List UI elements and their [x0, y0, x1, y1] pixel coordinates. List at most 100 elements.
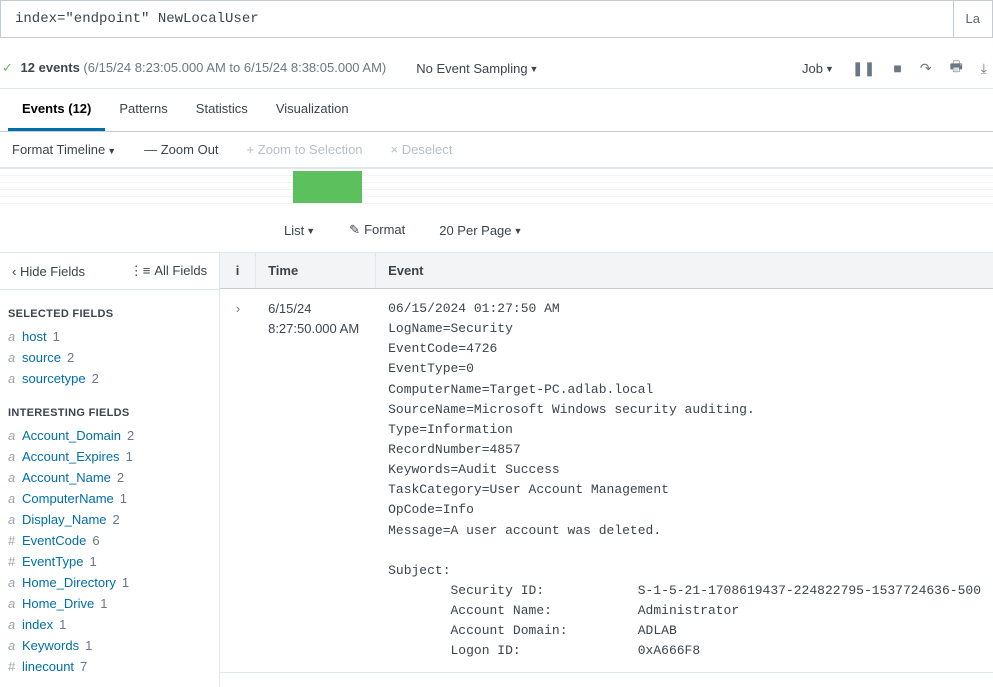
field-type: #: [8, 659, 22, 674]
format-button[interactable]: ✎ Format: [349, 222, 405, 238]
field-count: 1: [100, 596, 107, 611]
expand-row-toggle[interactable]: ›: [220, 299, 256, 662]
column-header-info[interactable]: i: [220, 253, 256, 288]
print-icon[interactable]: 🖶: [950, 56, 963, 80]
field-row[interactable]: aHome_Directory 1: [0, 572, 219, 593]
field-row[interactable]: aKeywords 1: [0, 635, 219, 656]
hide-fields-label: Hide Fields: [20, 264, 85, 279]
field-type: a: [8, 638, 22, 653]
field-row[interactable]: asourcetype2: [0, 368, 219, 389]
events-count: 12 events: [21, 60, 80, 75]
hide-fields-button[interactable]: ‹ Hide Fields: [12, 264, 85, 279]
caret-icon: ▼: [514, 226, 523, 236]
field-row[interactable]: aAccount_Domain 2: [0, 425, 219, 446]
check-icon: ✓: [2, 60, 13, 75]
caret-icon: ▼: [306, 226, 315, 236]
field-count: 7: [80, 659, 87, 674]
column-header-time[interactable]: Time: [256, 253, 376, 288]
format-timeline-label: Format Timeline: [12, 142, 105, 157]
zoom-out-button[interactable]: — Zoom Out: [144, 142, 218, 157]
stop-icon[interactable]: ■: [893, 60, 901, 76]
field-type: a: [8, 470, 22, 485]
job-label: Job: [802, 61, 823, 76]
caret-icon: ▼: [530, 64, 539, 74]
job-dropdown[interactable]: Job▼: [802, 61, 834, 76]
field-count: 2: [67, 350, 74, 365]
field-name: Home_Directory: [22, 575, 116, 590]
search-input[interactable]: [1, 1, 953, 37]
field-type: a: [8, 329, 22, 344]
share-icon[interactable]: ↷: [920, 60, 932, 77]
format-timeline-dropdown[interactable]: Format Timeline▼: [12, 142, 116, 157]
field-row[interactable]: aDisplay_Name2: [0, 509, 219, 530]
field-type: #: [8, 533, 22, 548]
event-timestamp: 8:27:50.000 AM: [268, 319, 364, 339]
field-row[interactable]: aAccount_Name 2: [0, 467, 219, 488]
pause-icon[interactable]: ❚❚: [852, 60, 875, 77]
tab-events[interactable]: Events (12): [8, 89, 105, 131]
list-view-label: List: [284, 223, 304, 238]
column-header-event[interactable]: Event: [376, 253, 993, 288]
field-row[interactable]: ahost1: [0, 326, 219, 347]
tab-patterns[interactable]: Patterns: [105, 89, 181, 131]
field-row[interactable]: aindex 1: [0, 614, 219, 635]
events-timerange: (6/15/24 8:23:05.000 AM to 6/15/24 8:38:…: [83, 60, 386, 75]
selected-fields-heading: SELECTED FIELDS: [0, 290, 219, 326]
field-type: a: [8, 428, 22, 443]
field-name: Account_Name: [22, 470, 111, 485]
field-row[interactable]: #EventCode 6: [0, 530, 219, 551]
field-type: a: [8, 512, 22, 527]
field-name: source: [22, 350, 61, 365]
search-side-button[interactable]: La: [953, 1, 992, 37]
field-name: EventCode: [22, 533, 86, 548]
event-date: 6/15/24: [268, 299, 364, 319]
field-row[interactable]: #EventType1: [0, 551, 219, 572]
field-type: a: [8, 449, 22, 464]
event-raw[interactable]: 06/15/2024 01:27:50 AM LogName=Security …: [376, 299, 993, 662]
field-name: Home_Drive: [22, 596, 94, 611]
field-name: index: [22, 617, 53, 632]
per-page-label: 20 Per Page: [439, 223, 511, 238]
field-name: Keywords: [22, 638, 79, 653]
field-row[interactable]: aComputerName1: [0, 488, 219, 509]
field-count: 2: [113, 512, 120, 527]
tab-visualization[interactable]: Visualization: [262, 89, 363, 131]
timeline-visualization[interactable]: [0, 168, 993, 208]
field-row[interactable]: aHome_Drive 1: [0, 593, 219, 614]
format-label: Format: [364, 222, 405, 237]
field-count: 1: [120, 491, 127, 506]
field-type: a: [8, 596, 22, 611]
deselect-button: × Deselect: [391, 142, 453, 157]
tab-statistics[interactable]: Statistics: [182, 89, 262, 131]
events-summary: ✓ 12 events (6/15/24 8:23:05.000 AM to 6…: [0, 60, 386, 76]
field-name: Account_Domain: [22, 428, 121, 443]
sampling-label: No Event Sampling: [416, 61, 527, 76]
field-type: a: [8, 617, 22, 632]
list-icon: ⋮≡: [130, 263, 151, 278]
timeline-bar[interactable]: [293, 171, 363, 203]
field-name: sourcetype: [22, 371, 86, 386]
field-count: 1: [59, 617, 66, 632]
field-count: 2: [127, 428, 134, 443]
all-fields-button[interactable]: ⋮≡All Fields: [130, 263, 207, 279]
field-count: 1: [122, 575, 129, 590]
field-row[interactable]: asource2: [0, 347, 219, 368]
event-time: 6/15/24 8:27:50.000 AM: [256, 299, 376, 662]
field-name: EventType: [22, 554, 83, 569]
field-count: 1: [126, 449, 133, 464]
field-count: 1: [85, 638, 92, 653]
field-count: 1: [89, 554, 96, 569]
sampling-dropdown[interactable]: No Event Sampling▼: [416, 61, 538, 76]
all-fields-label: All Fields: [154, 263, 207, 278]
caret-icon: ▼: [825, 64, 834, 74]
field-count: 6: [92, 533, 99, 548]
export-icon[interactable]: ⤓: [981, 60, 987, 77]
list-view-dropdown[interactable]: List▼: [284, 223, 315, 238]
field-type: a: [8, 575, 22, 590]
field-row[interactable]: aAccount_Expires1: [0, 446, 219, 467]
field-count: 2: [117, 470, 124, 485]
pencil-icon: ✎: [349, 222, 360, 237]
per-page-dropdown[interactable]: 20 Per Page▼: [439, 223, 522, 238]
field-row[interactable]: #linecount7: [0, 656, 219, 677]
table-row: › 6/15/24 8:27:50.000 AM 06/15/2024 01:2…: [220, 289, 993, 673]
